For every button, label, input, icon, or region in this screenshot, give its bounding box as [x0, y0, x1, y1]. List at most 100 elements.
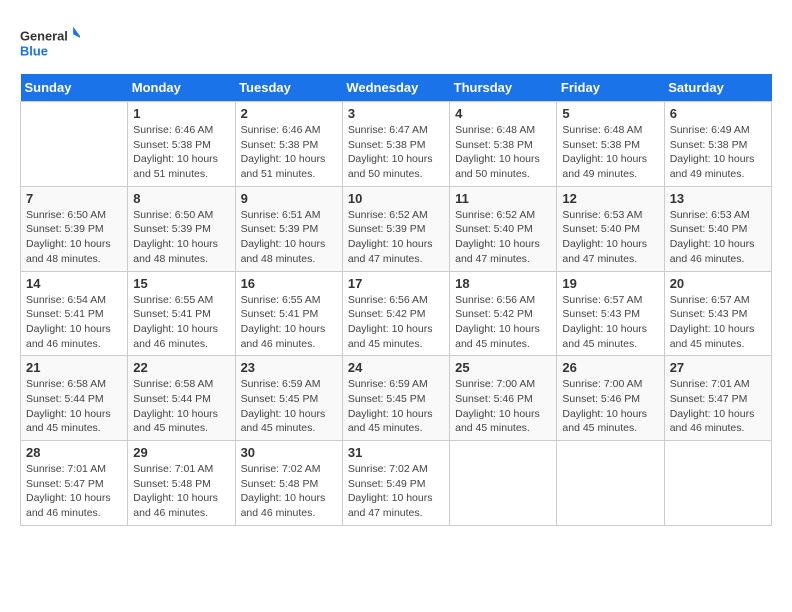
day-details: Sunrise: 6:52 AM Sunset: 5:39 PM Dayligh… [348, 208, 444, 267]
day-number: 15 [133, 276, 229, 291]
day-number: 10 [348, 191, 444, 206]
calendar-cell: 24Sunrise: 6:59 AM Sunset: 5:45 PM Dayli… [342, 356, 449, 441]
calendar-cell [450, 441, 557, 526]
day-details: Sunrise: 7:02 AM Sunset: 5:49 PM Dayligh… [348, 462, 444, 521]
day-number: 23 [241, 360, 337, 375]
day-details: Sunrise: 6:58 AM Sunset: 5:44 PM Dayligh… [133, 377, 229, 436]
calendar-cell: 20Sunrise: 6:57 AM Sunset: 5:43 PM Dayli… [664, 271, 771, 356]
day-number: 8 [133, 191, 229, 206]
day-number: 20 [670, 276, 766, 291]
day-details: Sunrise: 6:50 AM Sunset: 5:39 PM Dayligh… [133, 208, 229, 267]
logo: General Blue [20, 20, 80, 64]
day-number: 30 [241, 445, 337, 460]
day-number: 16 [241, 276, 337, 291]
day-number: 11 [455, 191, 551, 206]
weekday-tuesday: Tuesday [235, 74, 342, 102]
day-details: Sunrise: 6:50 AM Sunset: 5:39 PM Dayligh… [26, 208, 122, 267]
day-details: Sunrise: 6:54 AM Sunset: 5:41 PM Dayligh… [26, 293, 122, 352]
calendar-cell: 3 Sunrise: 6:47 AM Sunset: 5:38 PM Daylig… [342, 102, 449, 187]
day-number: 3 [348, 106, 444, 121]
calendar-cell: 19Sunrise: 6:57 AM Sunset: 5:43 PM Dayli… [557, 271, 664, 356]
calendar-cell: 14 Sunrise: 6:54 AM Sunset: 5:41 PM Dayli… [21, 271, 128, 356]
day-details: Sunrise: 6:56 AM Sunset: 5:42 PM Dayligh… [348, 293, 444, 352]
calendar-week-4: 21 Sunrise: 6:58 AM Sunset: 5:44 PM Dayli… [21, 356, 772, 441]
page-header: General Blue [20, 20, 772, 64]
day-number: 5 [562, 106, 658, 121]
calendar-cell: 31 Sunrise: 7:02 AM Sunset: 5:49 PM Dayli… [342, 441, 449, 526]
day-number: 17 [348, 276, 444, 291]
calendar-week-1: 1 Sunrise: 6:46 AM Sunset: 5:38 PM Daylig… [21, 102, 772, 187]
day-number: 1 [133, 106, 229, 121]
calendar-cell: 16 Sunrise: 6:55 AM Sunset: 5:41 PM Dayli… [235, 271, 342, 356]
day-details: Sunrise: 6:56 AM Sunset: 5:42 PM Dayligh… [455, 293, 551, 352]
calendar-cell: 10 Sunrise: 6:52 AM Sunset: 5:39 PM Dayli… [342, 186, 449, 271]
calendar-cell: 12 Sunrise: 6:53 AM Sunset: 5:40 PM Dayli… [557, 186, 664, 271]
calendar-cell: 27Sunrise: 7:01 AM Sunset: 5:47 PM Dayli… [664, 356, 771, 441]
day-number: 18 [455, 276, 551, 291]
weekday-saturday: Saturday [664, 74, 771, 102]
day-details: Sunrise: 6:55 AM Sunset: 5:41 PM Dayligh… [133, 293, 229, 352]
weekday-thursday: Thursday [450, 74, 557, 102]
day-number: 13 [670, 191, 766, 206]
day-details: Sunrise: 6:55 AM Sunset: 5:41 PM Dayligh… [241, 293, 337, 352]
day-details: Sunrise: 6:47 AM Sunset: 5:38 PM Dayligh… [348, 123, 444, 182]
calendar-cell: 28Sunrise: 7:01 AM Sunset: 5:47 PM Dayli… [21, 441, 128, 526]
day-number: 14 [26, 276, 122, 291]
day-number: 27 [670, 360, 766, 375]
day-number: 25 [455, 360, 551, 375]
day-details: Sunrise: 6:48 AM Sunset: 5:38 PM Dayligh… [562, 123, 658, 182]
weekday-header-row: SundayMondayTuesdayWednesdayThursdayFrid… [21, 74, 772, 102]
day-number: 21 [26, 360, 122, 375]
day-number: 12 [562, 191, 658, 206]
calendar-cell [557, 441, 664, 526]
day-number: 29 [133, 445, 229, 460]
calendar-cell: 8 Sunrise: 6:50 AM Sunset: 5:39 PM Daylig… [128, 186, 235, 271]
day-details: Sunrise: 6:48 AM Sunset: 5:38 PM Dayligh… [455, 123, 551, 182]
calendar-week-2: 7Sunrise: 6:50 AM Sunset: 5:39 PM Daylig… [21, 186, 772, 271]
day-number: 31 [348, 445, 444, 460]
weekday-monday: Monday [128, 74, 235, 102]
day-details: Sunrise: 7:01 AM Sunset: 5:47 PM Dayligh… [26, 462, 122, 521]
day-details: Sunrise: 6:52 AM Sunset: 5:40 PM Dayligh… [455, 208, 551, 267]
calendar-body: 1 Sunrise: 6:46 AM Sunset: 5:38 PM Daylig… [21, 102, 772, 526]
calendar-cell: 15 Sunrise: 6:55 AM Sunset: 5:41 PM Dayli… [128, 271, 235, 356]
day-details: Sunrise: 7:01 AM Sunset: 5:48 PM Dayligh… [133, 462, 229, 521]
day-details: Sunrise: 6:58 AM Sunset: 5:44 PM Dayligh… [26, 377, 122, 436]
day-details: Sunrise: 6:46 AM Sunset: 5:38 PM Dayligh… [241, 123, 337, 182]
day-details: Sunrise: 6:53 AM Sunset: 5:40 PM Dayligh… [562, 208, 658, 267]
weekday-wednesday: Wednesday [342, 74, 449, 102]
logo-svg: General Blue [20, 20, 80, 64]
calendar-cell: 11 Sunrise: 6:52 AM Sunset: 5:40 PM Dayli… [450, 186, 557, 271]
day-number: 9 [241, 191, 337, 206]
calendar-cell: 29 Sunrise: 7:01 AM Sunset: 5:48 PM Dayli… [128, 441, 235, 526]
day-number: 22 [133, 360, 229, 375]
calendar-cell: 18 Sunrise: 6:56 AM Sunset: 5:42 PM Dayli… [450, 271, 557, 356]
day-details: Sunrise: 6:51 AM Sunset: 5:39 PM Dayligh… [241, 208, 337, 267]
calendar-cell: 9 Sunrise: 6:51 AM Sunset: 5:39 PM Daylig… [235, 186, 342, 271]
calendar-cell: 2 Sunrise: 6:46 AM Sunset: 5:38 PM Daylig… [235, 102, 342, 187]
day-number: 24 [348, 360, 444, 375]
day-details: Sunrise: 6:53 AM Sunset: 5:40 PM Dayligh… [670, 208, 766, 267]
calendar-cell: 23 Sunrise: 6:59 AM Sunset: 5:45 PM Dayli… [235, 356, 342, 441]
day-details: Sunrise: 7:02 AM Sunset: 5:48 PM Dayligh… [241, 462, 337, 521]
day-details: Sunrise: 6:59 AM Sunset: 5:45 PM Dayligh… [241, 377, 337, 436]
calendar-cell [664, 441, 771, 526]
calendar-cell [21, 102, 128, 187]
calendar-cell: 21 Sunrise: 6:58 AM Sunset: 5:44 PM Dayli… [21, 356, 128, 441]
weekday-friday: Friday [557, 74, 664, 102]
day-number: 2 [241, 106, 337, 121]
calendar-cell: 1 Sunrise: 6:46 AM Sunset: 5:38 PM Daylig… [128, 102, 235, 187]
svg-text:General: General [20, 28, 68, 43]
calendar-table: SundayMondayTuesdayWednesdayThursdayFrid… [20, 74, 772, 526]
calendar-cell: 13 Sunrise: 6:53 AM Sunset: 5:40 PM Dayli… [664, 186, 771, 271]
day-number: 26 [562, 360, 658, 375]
calendar-cell: 26Sunrise: 7:00 AM Sunset: 5:46 PM Dayli… [557, 356, 664, 441]
calendar-cell: 7Sunrise: 6:50 AM Sunset: 5:39 PM Daylig… [21, 186, 128, 271]
day-details: Sunrise: 7:00 AM Sunset: 5:46 PM Dayligh… [455, 377, 551, 436]
day-details: Sunrise: 6:46 AM Sunset: 5:38 PM Dayligh… [133, 123, 229, 182]
calendar-cell: 5 Sunrise: 6:48 AM Sunset: 5:38 PM Daylig… [557, 102, 664, 187]
calendar-week-3: 14 Sunrise: 6:54 AM Sunset: 5:41 PM Dayli… [21, 271, 772, 356]
svg-text:Blue: Blue [20, 44, 48, 59]
calendar-cell: 30 Sunrise: 7:02 AM Sunset: 5:48 PM Dayli… [235, 441, 342, 526]
day-number: 6 [670, 106, 766, 121]
